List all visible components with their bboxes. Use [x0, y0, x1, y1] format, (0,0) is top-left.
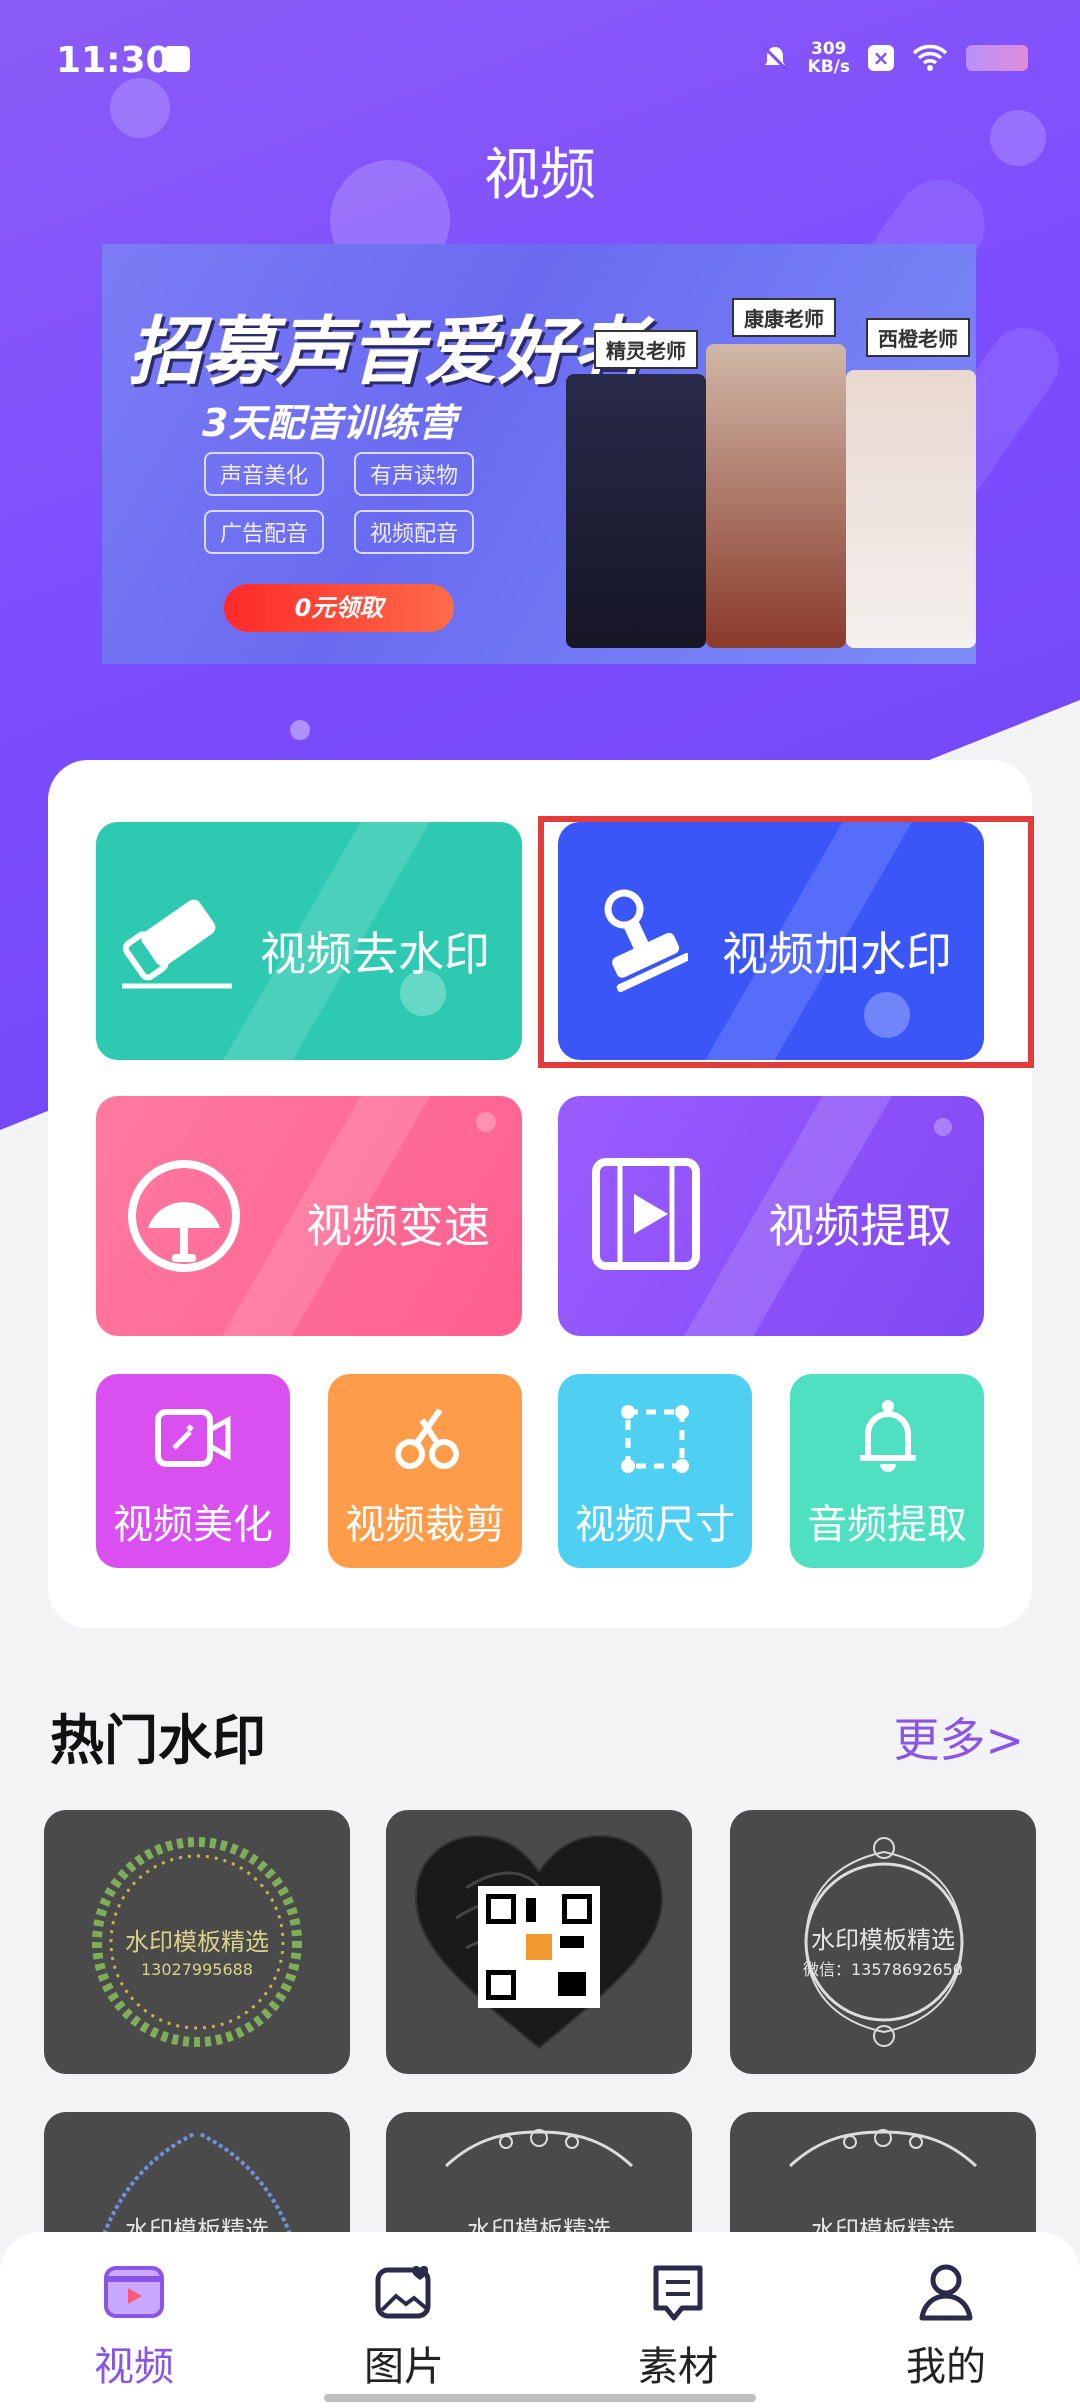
- video-crop-button[interactable]: 视频裁剪: [328, 1374, 522, 1568]
- highlight-box: [538, 816, 1034, 1068]
- close-box-icon: ×: [868, 45, 894, 71]
- watermark-text: 水印模板精选: [125, 1928, 269, 1956]
- teacher-photo: [566, 374, 706, 648]
- battery-icon: [966, 45, 1028, 71]
- tab-images-label: 图片: [364, 2344, 444, 2390]
- watermark-subtext: 13027995688: [141, 1960, 253, 1979]
- notification-icon: [164, 46, 190, 72]
- banner-tag: 有声读物: [354, 452, 475, 496]
- teacher-nameplate: 西橙老师: [866, 318, 970, 357]
- eraser-icon: [122, 899, 232, 989]
- watermark-template-card[interactable]: [386, 1810, 692, 2074]
- watermark-template-card[interactable]: 水印模板精选 微信：13578692650: [730, 1810, 1036, 2074]
- teacher-nameplate: 康康老师: [732, 298, 836, 337]
- speed-change-button[interactable]: 视频变速: [96, 1096, 522, 1336]
- decor-orb: [934, 1118, 952, 1136]
- remove-watermark-label: 视频去水印: [260, 927, 490, 981]
- teacher-nameplate: 精灵老师: [594, 330, 698, 369]
- status-icons: 309 KB/s ×: [760, 40, 1028, 76]
- promo-banner[interactable]: 招募声音爱好者 3天配音训练营 声音美化 有声读物 广告配音 视频配音 0元领取…: [102, 244, 976, 664]
- material-tab-icon: [653, 2265, 703, 2321]
- home-indicator: [324, 2394, 756, 2402]
- banner-tag: 声音美化: [204, 452, 325, 496]
- speed-change-label: 视频变速: [306, 1199, 490, 1253]
- tab-profile[interactable]: 我的: [866, 2262, 1026, 2392]
- video-camera-magic-icon: [155, 1409, 231, 1467]
- video-play-icon: [592, 1158, 700, 1270]
- audio-extract-button[interactable]: 音频提取: [790, 1374, 984, 1568]
- scissors-icon: [395, 1408, 459, 1469]
- page-title: 视频: [484, 143, 596, 208]
- video-beautify-label: 视频美化: [113, 1502, 273, 1548]
- watermark-subtext: 微信：13578692650: [803, 1960, 963, 1979]
- mute-bell-icon: [762, 45, 787, 71]
- banner-subtitle: 3天配音训练营: [202, 401, 457, 445]
- more-link[interactable]: 更多>: [893, 1704, 1024, 1770]
- status-time: 11:30: [56, 40, 171, 81]
- carousel-indicator: [290, 720, 310, 740]
- video-tab-icon: [104, 2266, 164, 2318]
- banner-cta-button[interactable]: 0元领取: [224, 584, 454, 632]
- video-crop-label: 视频裁剪: [345, 1502, 505, 1548]
- teacher-photo: [846, 370, 976, 648]
- resize-frame-icon: [621, 1405, 689, 1473]
- tab-profile-label: 我的: [906, 2344, 986, 2390]
- network-speed: 309 KB/s: [807, 39, 850, 77]
- audio-extract-label: 音频提取: [807, 1502, 967, 1548]
- tab-video[interactable]: 视频: [54, 2262, 214, 2392]
- tab-materials-label: 素材: [638, 2344, 718, 2390]
- watermark-template-card[interactable]: 水印模板精选 13027995688: [44, 1810, 350, 2074]
- floral-garland-decoration: [444, 2129, 634, 2168]
- tab-materials[interactable]: 素材: [598, 2262, 758, 2392]
- video-size-button[interactable]: 视频尺寸: [558, 1374, 752, 1568]
- video-extract-label: 视频提取: [768, 1199, 952, 1253]
- video-beautify-button[interactable]: 视频美化: [96, 1374, 290, 1568]
- wifi-icon: [912, 44, 948, 71]
- tab-video-label: 视频: [94, 2344, 174, 2390]
- video-extract-button[interactable]: 视频提取: [558, 1096, 984, 1336]
- profile-tab-icon: [919, 2264, 973, 2321]
- banner-tag: 广告配音: [204, 510, 325, 554]
- decor-orb: [476, 1112, 496, 1132]
- video-size-label: 视频尺寸: [575, 1502, 735, 1548]
- watermark-text: 水印模板精选: [811, 1926, 955, 1954]
- hot-watermarks-title: 热门水印: [50, 1709, 266, 1772]
- floral-garland-decoration: [788, 2129, 978, 2168]
- banner-tag: 视频配音: [354, 510, 475, 554]
- status-bar: 11:30 309 KB/s ×: [0, 0, 1080, 120]
- speedometer-icon: [128, 1160, 240, 1272]
- teacher-photo: [706, 344, 846, 648]
- bottom-tab-bar: 视频 图片 素材 我的: [0, 2232, 1080, 2408]
- remove-watermark-button[interactable]: 视频去水印: [96, 822, 522, 1060]
- tab-images[interactable]: 图片: [324, 2262, 484, 2392]
- qr-code: [478, 1886, 600, 2008]
- bell-icon: [860, 1400, 916, 1472]
- image-tab-icon: [375, 2265, 431, 2319]
